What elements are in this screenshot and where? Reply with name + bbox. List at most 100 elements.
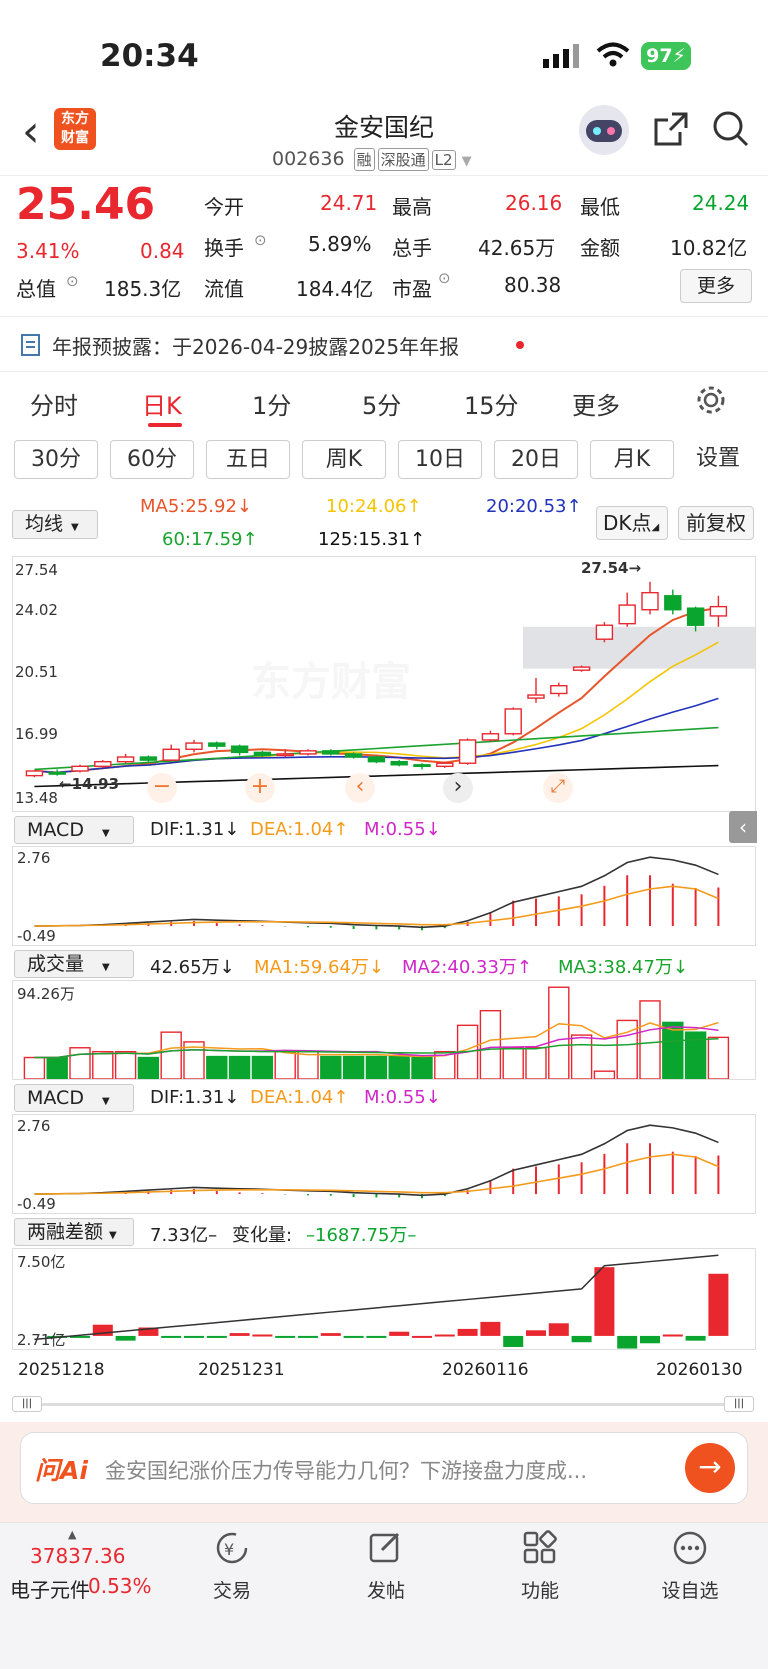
zoom-out-icon[interactable]: − (147, 773, 177, 803)
quote-value: 42.65万 (478, 236, 556, 260)
more-button[interactable]: 更多 (680, 269, 752, 303)
candle-body (664, 595, 682, 611)
period-10day[interactable]: 10日 (398, 440, 482, 479)
quote-label: 市盈 (392, 277, 432, 301)
trade-icon[interactable]: ¥ (213, 1530, 251, 1566)
zoom-in-icon[interactable]: + (245, 773, 275, 803)
caret-up-icon: ▲ (68, 1528, 77, 1541)
prev-icon[interactable]: ‹ (345, 773, 375, 803)
dif-line (34, 856, 719, 929)
candle-body (618, 604, 636, 625)
candle-body (527, 694, 545, 699)
margin-change-bar (366, 1335, 387, 1338)
y-tick: 2.71亿 (17, 1331, 66, 1349)
period-20day[interactable]: 20日 (494, 440, 578, 479)
price-adjust-button[interactable]: 前复权 (678, 506, 754, 540)
period-month[interactable]: 月K (590, 440, 674, 479)
notice-text: 年报预披露：于2026-04-29披露2025年年报 (52, 335, 460, 359)
stock-code-line: 002636 融深股通 L2 ▼ (272, 148, 472, 171)
collapse-panel-icon[interactable]: ‹ (729, 811, 757, 843)
macd2-selector[interactable]: MACD ▼ (14, 1084, 134, 1112)
macd-selector[interactable]: MACD ▼ (14, 816, 134, 844)
nav-trade[interactable]: 交易 (182, 1576, 282, 1603)
edit-post-icon[interactable] (368, 1530, 404, 1566)
last-price: 25.46 (16, 179, 156, 230)
ma-selector[interactable]: 均线 ▼ (12, 510, 98, 539)
range-scrollbar[interactable]: ||| ||| (12, 1396, 754, 1412)
info-icon[interactable]: ⊙ (66, 272, 79, 290)
candle-body (48, 771, 66, 775)
grid-apps-icon[interactable] (522, 1530, 558, 1566)
margin-change-bar (320, 1333, 341, 1336)
nav-add-watchlist[interactable]: 设自选 (640, 1576, 740, 1603)
margin-chart: 7.50亿 2.71亿 (12, 1248, 756, 1350)
candle-body (413, 764, 431, 768)
volume-bar (206, 1055, 228, 1079)
candle-body (686, 607, 705, 626)
dk-point-button[interactable]: DK点◢ (596, 506, 668, 540)
margin-change-bar (685, 1335, 706, 1341)
tab-1min[interactable]: 1分 (252, 386, 291, 421)
tab-daily-k[interactable]: 日K (142, 386, 182, 421)
sector-pct[interactable]: 0.53% (88, 1574, 152, 1598)
y-tick: 2.76 (17, 1117, 51, 1135)
stock-header: ‹ 东方 财富 金安国纪 002636 融深股通 L2 ▼ (0, 104, 768, 176)
tag-l2: L2 (431, 150, 456, 170)
tab-5min[interactable]: 5分 (362, 386, 401, 421)
margin-change-label: 变化量: (232, 1225, 293, 1246)
gear-icon[interactable] (695, 384, 727, 416)
dea-label: DEA:1.04↑ (250, 819, 349, 840)
period-5day[interactable]: 五日 (206, 440, 290, 479)
margin-change-bar (617, 1335, 638, 1349)
tab-fenshi[interactable]: 分时 (30, 386, 78, 421)
more-dots-icon[interactable] (672, 1530, 708, 1566)
y-tick: 2.76 (17, 849, 51, 867)
info-icon[interactable]: ⊙ (254, 231, 267, 249)
quote-value: 24.24 (692, 191, 750, 215)
unread-dot (516, 341, 524, 349)
scrollbar-right-handle[interactable]: ||| (724, 1396, 754, 1412)
robot-avatar-icon[interactable] (578, 104, 630, 156)
y-tick: -0.49 (17, 1195, 56, 1213)
chevron-down-icon[interactable]: ▼ (462, 154, 472, 169)
expand-icon[interactable]: ⤢ (543, 773, 573, 803)
tab-more[interactable]: 更多 (572, 386, 620, 421)
tab-15min[interactable]: 15分 (464, 386, 519, 421)
kline-chart[interactable]: 东方财富 27.54 24.02 20.51 16.99 13.48 27.54… (12, 556, 757, 843)
quote-value: 184.4亿 (296, 277, 374, 301)
next-icon[interactable]: › (443, 773, 473, 803)
search-icon[interactable] (712, 110, 750, 148)
margin-selector[interactable]: 两融差额 ▼ (14, 1218, 134, 1246)
signal-icon (543, 44, 579, 68)
date-label: 20260130 (656, 1360, 743, 1380)
battery-icon: 97⚡ (641, 42, 691, 70)
ai-ask-box[interactable]: 问Ai 金安国纪涨价压力传导能力几何？下游接盘力度成... → (20, 1432, 748, 1504)
volume-selector[interactable]: 成交量 ▼ (14, 950, 134, 978)
period-settings[interactable]: 设置 (682, 440, 754, 479)
arrow-right-icon[interactable]: → (685, 1443, 735, 1493)
period-60min[interactable]: 60分 (110, 440, 194, 479)
scrollbar-left-handle[interactable]: ||| (12, 1396, 42, 1412)
margin-change-bar (343, 1335, 364, 1338)
dif-label: DIF:1.31↓ (150, 1087, 240, 1108)
volume-bar (46, 1056, 68, 1079)
high-marker: 27.54→ (581, 559, 642, 577)
margin-change-bar (412, 1335, 432, 1338)
margin-change-bar (229, 1333, 250, 1336)
notice-bar[interactable]: 年报预披露：于2026-04-29披露2025年年报 (0, 316, 768, 372)
nav-functions[interactable]: 功能 (490, 1576, 590, 1603)
candle-body (481, 733, 500, 741)
sector-index-value[interactable]: 37837.36 (30, 1544, 125, 1568)
share-icon[interactable] (652, 110, 690, 148)
y-tick: 16.99 (15, 725, 58, 743)
nav-post[interactable]: 发帖 (336, 1576, 436, 1603)
margin-change-bar (708, 1273, 729, 1336)
quote-value: 24.71 (320, 191, 378, 215)
period-week[interactable]: 周K (302, 440, 386, 479)
volume-bar (342, 1055, 365, 1079)
info-icon[interactable]: ⊙ (438, 269, 451, 287)
sector-name[interactable]: 电子元件 (10, 1574, 90, 1603)
period-30min[interactable]: 30分 (14, 440, 98, 479)
margin-change-bar (594, 1267, 615, 1336)
volume-bar (548, 986, 570, 1079)
